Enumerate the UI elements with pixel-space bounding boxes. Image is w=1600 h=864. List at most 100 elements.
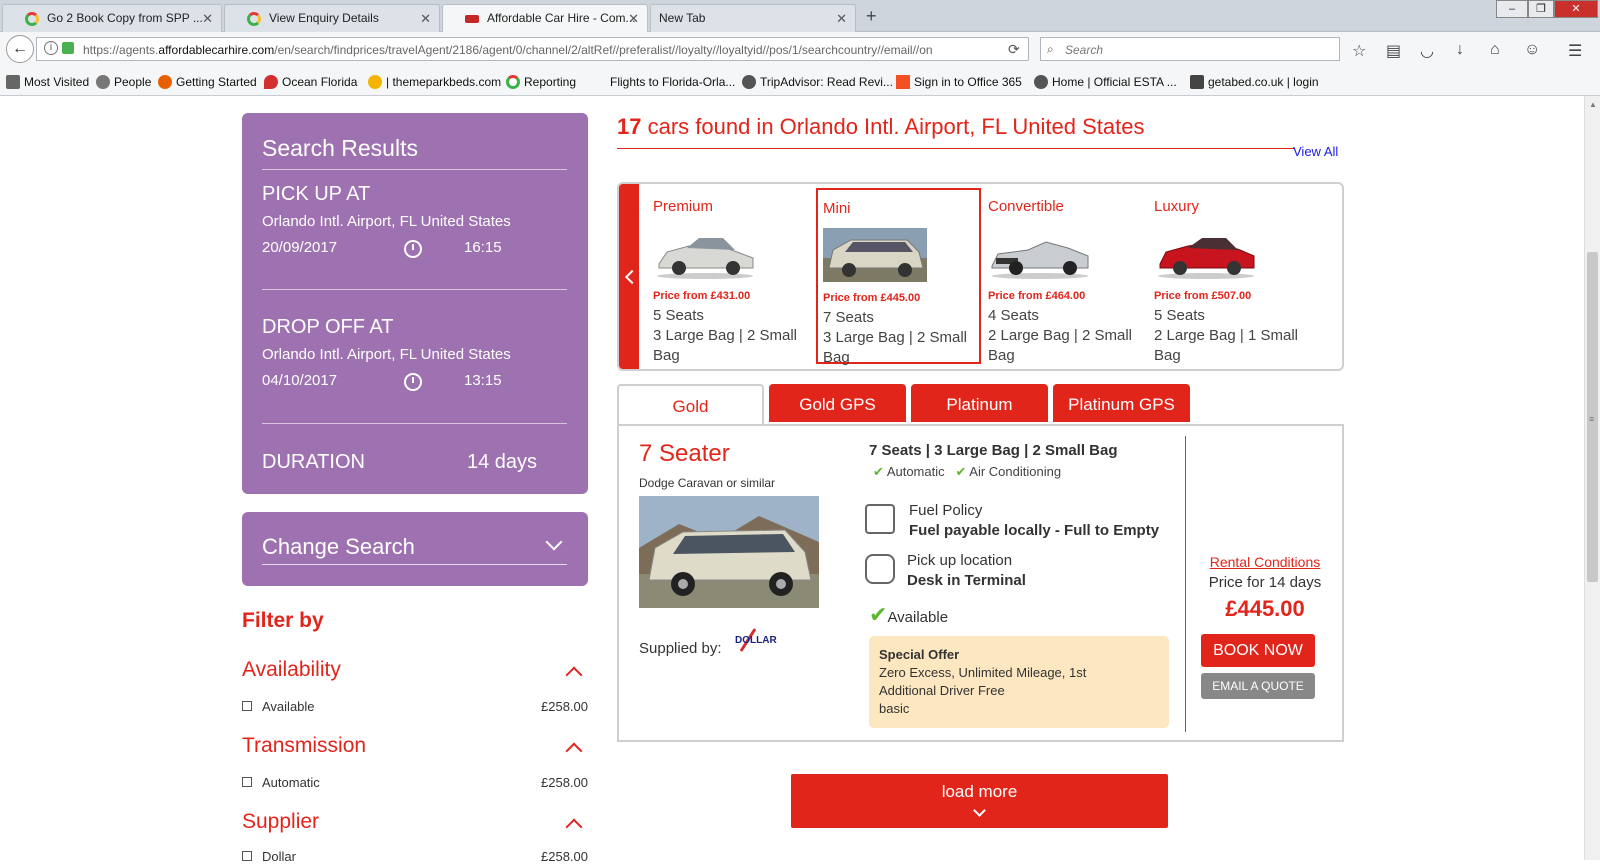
minivan-image <box>639 496 819 608</box>
bookmark-reporting[interactable]: Reporting <box>506 75 576 89</box>
bookmark-star-icon[interactable]: ☆ <box>1352 41 1366 61</box>
checkbox[interactable] <box>242 777 252 787</box>
price-duration: Price for 14 days <box>1208 574 1322 591</box>
bookmark-most-visited[interactable]: Most Visited <box>6 75 89 89</box>
special-offer-line: basic <box>879 701 910 716</box>
filter-group-availability[interactable]: Availability <box>242 658 341 682</box>
category-price: Price from £507.00 <box>1154 290 1252 302</box>
close-tab-icon[interactable]: ✕ <box>202 11 213 27</box>
offer-specs: 7 Seats | 3 Large Bag | 2 Small Bag <box>869 442 1118 459</box>
fuel-pump-icon <box>865 504 895 534</box>
browser-tab-affordable[interactable]: Affordable Car Hire - Com... ✕ <box>442 4 648 33</box>
email-quote-button[interactable]: EMAIL A QUOTE <box>1201 673 1315 699</box>
search-results-title: Search Results <box>262 135 418 161</box>
info-icon[interactable]: i <box>44 41 58 55</box>
category-desc: 5 Seats 3 Large Bag | 2 Small Bag <box>653 307 797 364</box>
browser-tab-go2book[interactable]: Go 2 Book Copy from SPP ... ✕ <box>2 4 222 32</box>
browser-tab-newtab[interactable]: New Tab ✕ <box>650 4 856 32</box>
pickup-location-label: Pick up location <box>907 552 1013 569</box>
rental-conditions-link[interactable]: Rental Conditions <box>1199 554 1331 570</box>
bookmark-getting-started[interactable]: Getting Started <box>158 75 257 89</box>
category-name: Premium <box>653 198 714 215</box>
pocket-icon[interactable]: ◡ <box>1420 41 1434 61</box>
reading-list-icon[interactable]: ▤ <box>1386 41 1401 61</box>
chat-icon[interactable]: ☺ <box>1524 41 1540 59</box>
special-offer-title: Special Offer <box>879 647 960 662</box>
close-tab-icon[interactable]: ✕ <box>420 11 431 27</box>
load-more-button[interactable]: load more <box>791 774 1168 828</box>
filter-price: £258.00 <box>541 775 588 790</box>
carousel-prev-arrow-icon[interactable] <box>619 184 639 369</box>
divider <box>262 289 567 290</box>
back-arrow-icon[interactable]: ← <box>6 35 34 63</box>
chevron-up-icon[interactable] <box>565 818 583 836</box>
divider <box>262 564 567 565</box>
close-tab-icon[interactable]: ✕ <box>836 11 847 27</box>
bookmark-tripadvisor[interactable]: TripAdvisor: Read Revi... <box>742 75 893 89</box>
reload-icon[interactable]: ⟳ <box>1008 41 1020 58</box>
tab-gold-gps[interactable]: Gold GPS <box>769 384 906 422</box>
maximize-window-icon[interactable]: ❐ <box>1528 0 1554 18</box>
clock-icon <box>404 240 422 258</box>
category-card-premium[interactable]: Premium Price from £431.00 5 Seats 3 Larg… <box>648 188 813 364</box>
tab-platinum-gps[interactable]: Platinum GPS <box>1053 384 1190 422</box>
microsoft-icon <box>896 75 910 89</box>
tab-platinum[interactable]: Platinum <box>911 384 1048 422</box>
search-input[interactable]: ⌕ Search <box>1040 37 1340 61</box>
special-offer-line: Zero Excess, Unlimited Mileage, 1st <box>879 665 1087 680</box>
bookmark-getabed[interactable]: getabed.co.uk | login <box>1190 75 1319 89</box>
view-all-link[interactable]: View All <box>1293 144 1338 159</box>
tab-favicon-icon <box>25 12 39 26</box>
close-window-icon[interactable]: ✕ <box>1554 0 1598 18</box>
home-icon[interactable]: ⌂ <box>1490 41 1500 59</box>
search-results-panel: Search Results PICK UP AT Orlando Intl. … <box>242 113 588 494</box>
checkbox[interactable] <box>242 701 252 711</box>
scroll-up-icon[interactable]: ▲ <box>1589 100 1597 109</box>
close-tab-icon[interactable]: ✕ <box>628 11 639 27</box>
book-now-button[interactable]: BOOK NOW <box>1201 634 1315 667</box>
pickup-label: PICK UP AT <box>262 183 371 205</box>
change-search-label: Change Search <box>262 534 415 559</box>
bookmark-flights[interactable]: Flights to Florida-Orla... <box>592 75 735 89</box>
filter-checkbox-automatic[interactable]: Automatic <box>242 775 320 790</box>
dropoff-time: 13:15 <box>464 372 502 389</box>
url-input[interactable]: https://agents.affordablecarhire.com/en/… <box>36 37 1029 61</box>
filter-group-transmission[interactable]: Transmission <box>242 734 366 758</box>
change-search-toggle[interactable]: Change Search <box>242 512 588 586</box>
category-card-convertible[interactable]: Convertible Price from £464.00 4 Seats 2 … <box>983 188 1148 364</box>
vertical-scrollbar[interactable]: ▲ ≡ <box>1584 96 1600 860</box>
globe-icon <box>96 75 110 89</box>
bookmark-themeparkbeds[interactable]: | themeparkbeds.com <box>368 75 501 89</box>
filter-group-supplier[interactable]: Supplier <box>242 810 319 834</box>
browser-tab-enquiry[interactable]: View Enquiry Details ✕ <box>224 4 440 32</box>
car-category-carousel: Premium Price from £431.00 5 Seats 3 Larg… <box>617 182 1344 371</box>
filter-checkbox-available[interactable]: Available <box>242 699 315 714</box>
tab-gold[interactable]: Gold <box>617 384 764 426</box>
filter-price: £258.00 <box>541 699 588 714</box>
chevron-up-icon[interactable] <box>565 666 583 684</box>
category-card-mini[interactable]: Mini Price from £445.00 7 Seats 3 Large B… <box>816 188 981 366</box>
chevron-up-icon[interactable] <box>565 742 583 760</box>
bookmark-ocean-florida[interactable]: Ocean Florida <box>264 75 357 89</box>
tab-title: Affordable Car Hire - Com... <box>487 11 636 25</box>
car-image <box>1158 238 1255 279</box>
themepark-icon <box>368 75 382 89</box>
duration-label: DURATION <box>262 451 365 473</box>
minimize-window-icon[interactable]: – <box>1496 0 1528 18</box>
bookmark-people[interactable]: People <box>96 75 151 89</box>
category-card-luxury[interactable]: Luxury Price from £507.00 5 Seats 2 Large… <box>1149 188 1314 364</box>
download-icon[interactable]: ↓ <box>1456 41 1464 59</box>
filter-checkbox-dollar[interactable]: Dollar <box>242 849 296 864</box>
menu-icon[interactable]: ☰ <box>1568 41 1582 61</box>
dollar-logo: DOLLAR <box>731 627 793 653</box>
new-tab-plus-icon[interactable]: + <box>866 6 877 27</box>
bookmark-office365[interactable]: Sign in to Office 365 <box>896 75 1022 89</box>
tab-favicon-icon <box>247 12 261 26</box>
special-offer-line: Additional Driver Free <box>879 683 1005 698</box>
url-host: affordablecarhire.com <box>158 43 275 57</box>
category-price: Price from £464.00 <box>988 290 1086 302</box>
pickup-date: 20/09/2017 <box>262 239 338 256</box>
availability-status: ✔Available <box>869 602 949 627</box>
category-name: Convertible <box>988 198 1064 215</box>
bookmark-esta[interactable]: Home | Official ESTA ... <box>1034 75 1177 89</box>
